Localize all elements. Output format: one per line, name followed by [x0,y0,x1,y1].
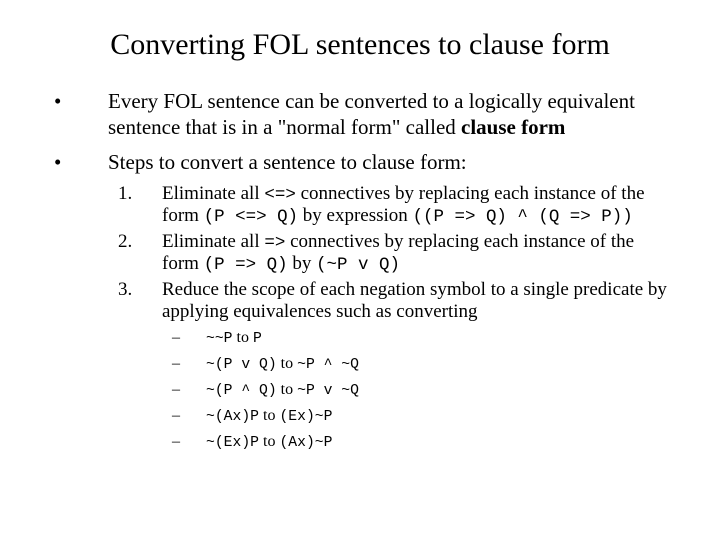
list-item: – ~(P v Q) to ~P ^ ~Q [172,355,672,373]
item-number: 2. [118,231,162,275]
bullet-mark: • [48,88,108,141]
item-text: Reduce the scope of each negation symbol… [162,279,672,323]
item-text: Eliminate all <=> connectives by replaci… [162,183,672,227]
text-run: to [259,433,279,450]
code-run: ~P v ~Q [297,383,359,399]
code-run: ~(P ^ Q) [206,383,277,399]
code-run: P [253,331,262,347]
item-text: Eliminate all => connectives by replacin… [162,231,672,275]
bullet-list: • Every FOL sentence can be converted to… [48,88,672,175]
code-run: (Ex)~P [279,409,332,425]
numbered-list: 1. Eliminate all <=> connectives by repl… [48,183,672,323]
code-run: (~P v Q) [316,255,400,275]
item-number: 3. [118,279,162,323]
code-run: ~(Ax)P [206,409,259,425]
bullet-item: • Every FOL sentence can be converted to… [48,88,672,141]
dash-mark: – [172,407,206,425]
code-run: ((P => Q) ^ (Q => P)) [413,207,633,227]
code-run: ~P ^ ~Q [297,357,359,373]
text-bold: clause form [461,115,565,139]
item-number: 1. [118,183,162,227]
dash-mark: – [172,329,206,347]
list-item: – ~(P ^ Q) to ~P v ~Q [172,381,672,399]
item-text: ~~P to P [206,329,262,347]
bullet-item: • Steps to convert a sentence to clause … [48,149,672,175]
code-run: (P <=> Q) [204,207,298,227]
list-item: – ~(Ex)P to (Ax)~P [172,433,672,451]
dash-mark: – [172,381,206,399]
item-text: ~(P ^ Q) to ~P v ~Q [206,381,359,399]
list-item: 1. Eliminate all <=> connectives by repl… [118,183,672,227]
text-run: by expression [298,205,413,226]
code-run: (P => Q) [204,255,288,275]
text-run: to [277,355,297,372]
code-run: => [264,233,285,253]
dash-mark: – [172,355,206,373]
bullet-text: Steps to convert a sentence to clause fo… [108,149,672,175]
code-run: ~~P [206,331,233,347]
text-run: Eliminate all [162,231,264,252]
text-run: by [288,253,317,274]
text-run: to [233,329,253,346]
code-run: (Ax)~P [279,435,332,451]
page-title: Converting FOL sentences to clause form [48,28,672,62]
list-item: – ~(Ax)P to (Ex)~P [172,407,672,425]
slide: Converting FOL sentences to clause form … [0,0,720,451]
bullet-text: Every FOL sentence can be converted to a… [108,88,672,141]
code-run: <=> [264,185,295,205]
code-run: ~(P v Q) [206,357,277,373]
text-run: Reduce the scope of each negation symbol… [162,279,667,322]
bullet-mark: • [48,149,108,175]
dash-list: – ~~P to P – ~(P v Q) to ~P ^ ~Q – ~(P ^… [48,329,672,451]
text-run: Steps to convert a sentence to clause fo… [108,150,467,174]
item-text: ~(P v Q) to ~P ^ ~Q [206,355,359,373]
text-run: Eliminate all [162,183,264,204]
code-run: ~(Ex)P [206,435,259,451]
item-text: ~(Ex)P to (Ax)~P [206,433,332,451]
list-item: 2. Eliminate all => connectives by repla… [118,231,672,275]
item-text: ~(Ax)P to (Ex)~P [206,407,332,425]
text-run: to [259,407,279,424]
dash-mark: – [172,433,206,451]
list-item: – ~~P to P [172,329,672,347]
list-item: 3. Reduce the scope of each negation sym… [118,279,672,323]
text-run: to [277,381,297,398]
